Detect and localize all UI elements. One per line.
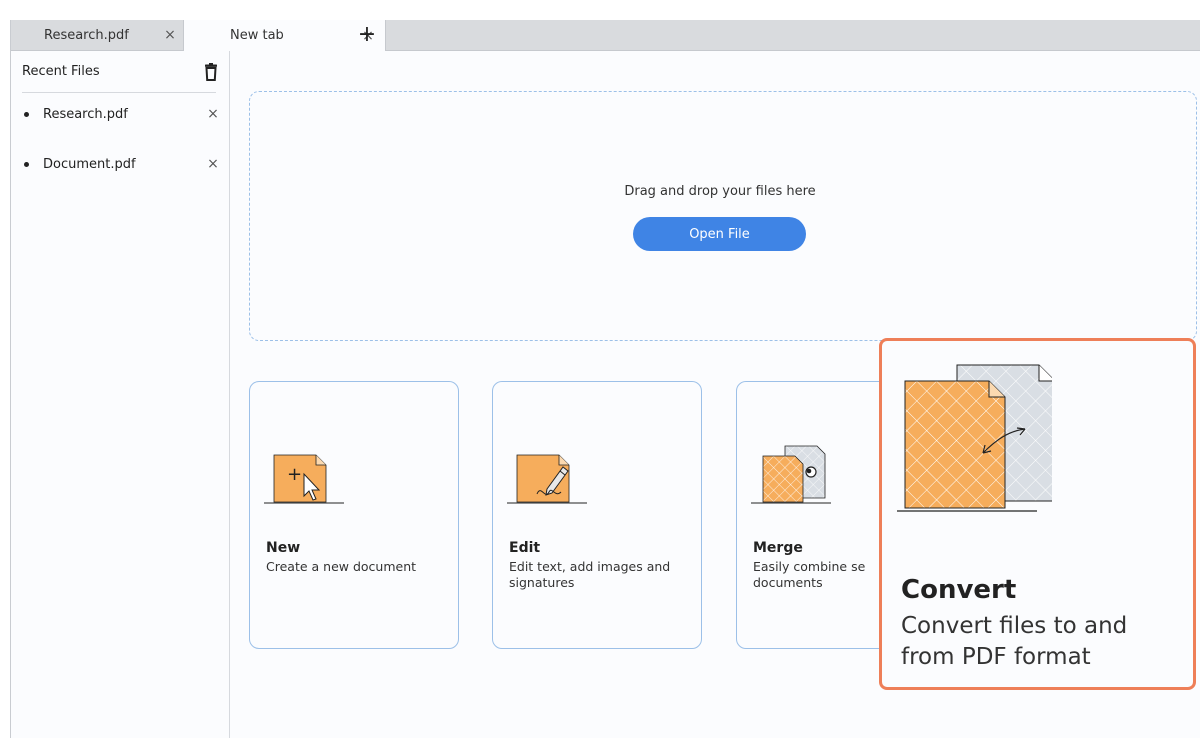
recent-files-sidebar: Recent Files Research.pdf × Document.pdf…	[11, 51, 230, 738]
bullet-icon	[24, 161, 29, 167]
card-title: Convert	[901, 575, 1017, 605]
card-description: Convert files to and from PDF format	[901, 613, 1128, 670]
new-tab-button[interactable]: +	[355, 23, 379, 47]
drop-instructions: Drag and drop your files here	[624, 184, 816, 199]
card-title: New	[266, 540, 301, 556]
tab-label: New tab	[230, 28, 284, 43]
new-document-card[interactable]: + New Create a new document	[249, 381, 459, 649]
svg-text:+: +	[287, 464, 302, 485]
app-window: Research.pdf × New tab × + Recent Files …	[10, 20, 1200, 738]
convert-card[interactable]: Convert Convert files to and from PDF fo…	[879, 338, 1196, 690]
sidebar-title: Recent Files	[22, 64, 100, 79]
file-name: Research.pdf	[43, 106, 128, 122]
new-document-icon: +	[264, 422, 354, 512]
file-drop-zone[interactable]: Drag and drop your files here Open File	[249, 91, 1197, 341]
bullet-icon	[24, 111, 29, 117]
card-title: Merge	[753, 540, 803, 556]
card-description: Create a new document	[266, 559, 417, 574]
merge-documents-icon	[751, 422, 841, 512]
close-icon[interactable]: ×	[163, 28, 177, 42]
trash-icon[interactable]	[204, 62, 218, 81]
convert-documents-icon	[897, 361, 1056, 513]
close-icon[interactable]: ×	[206, 106, 220, 122]
edit-document-icon	[507, 422, 597, 512]
tab-research[interactable]: Research.pdf ×	[11, 20, 183, 50]
tab-label: Research.pdf	[44, 27, 129, 43]
card-description: Edit text, add images and signatures	[509, 559, 671, 590]
file-name: Document.pdf	[43, 156, 136, 172]
open-file-button[interactable]: Open File	[633, 217, 806, 251]
recent-file-item[interactable]: Document.pdf ×	[24, 154, 224, 174]
close-icon[interactable]: ×	[206, 156, 220, 172]
edit-document-card[interactable]: Edit Edit text, add images and signature…	[492, 381, 702, 649]
tab-bar: Research.pdf × New tab × +	[11, 20, 1200, 51]
sidebar-header: Recent Files	[22, 51, 218, 93]
recent-file-item[interactable]: Research.pdf ×	[24, 104, 224, 124]
card-title: Edit	[509, 540, 541, 556]
